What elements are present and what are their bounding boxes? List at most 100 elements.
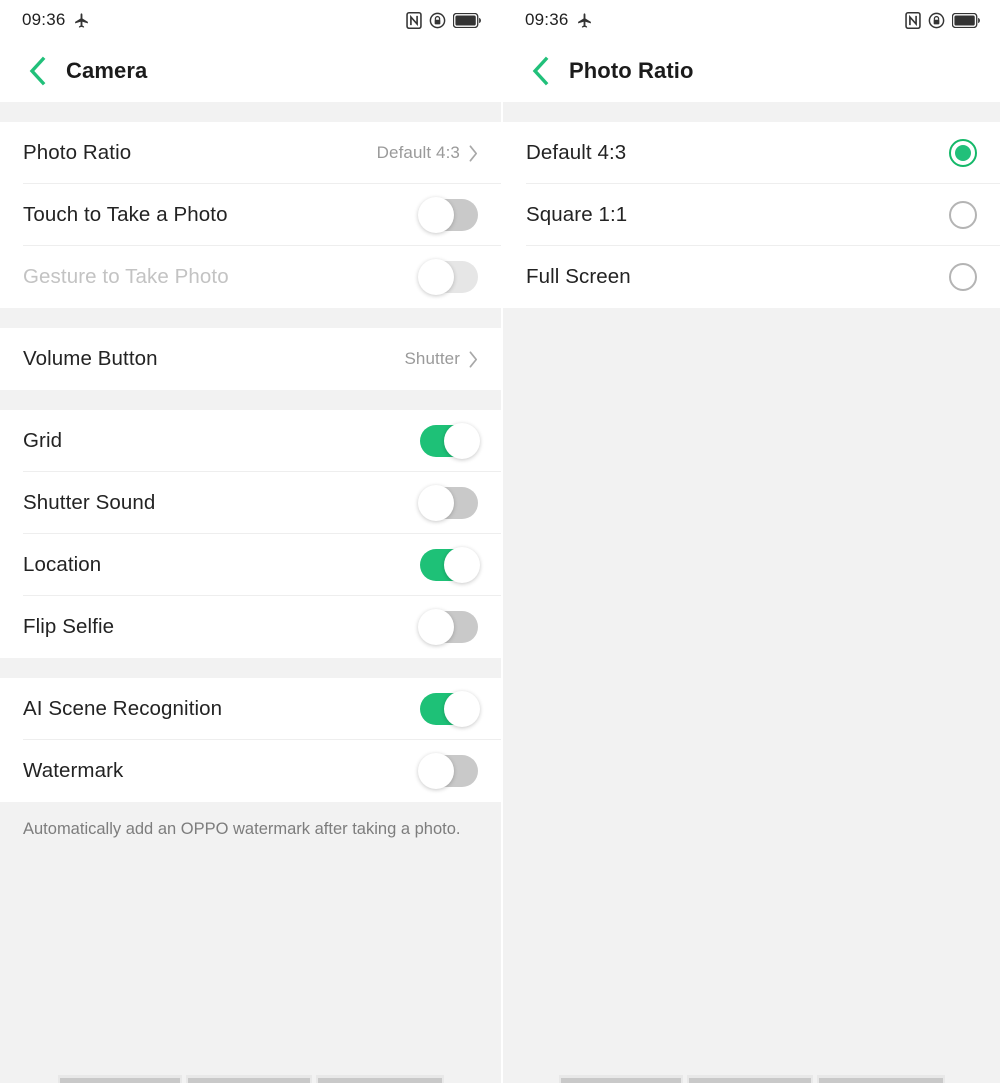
option-full-screen[interactable]: Full Screen — [503, 246, 1000, 308]
row-control-group — [418, 753, 478, 789]
row-label: Flip Selfie — [23, 615, 115, 638]
toggle-knob — [418, 753, 454, 789]
nfc-icon — [905, 11, 921, 29]
row-label: AI Scene Recognition — [23, 697, 223, 720]
option-label: Square 1:1 — [526, 203, 628, 226]
row-control-group — [418, 197, 478, 233]
toggle-knob — [418, 259, 454, 295]
row-control-group — [418, 259, 478, 295]
settings-section-capture: Photo Ratio Default 4:3 Touch to Take a … — [0, 122, 501, 308]
radio-square-1-1[interactable] — [949, 201, 977, 229]
toggle-touch-to-take-a-photo[interactable] — [418, 197, 478, 233]
toggle-location[interactable] — [420, 547, 480, 583]
row-photo-ratio[interactable]: Photo Ratio Default 4:3 — [0, 122, 501, 184]
system-navigation-bar — [503, 1071, 1000, 1083]
row-value: Default 4:3 — [376, 143, 460, 162]
back-button[interactable] — [20, 54, 54, 88]
toggle-flip-selfie[interactable] — [418, 609, 478, 645]
row-flip-selfie[interactable]: Flip Selfie — [0, 596, 501, 658]
screen-lock-rotation-icon — [928, 12, 945, 29]
row-control-group — [418, 609, 478, 645]
toggle-grid[interactable] — [420, 423, 480, 459]
settings-section-shooting: Grid Shutter Sound Location Flip Selfie — [0, 410, 501, 658]
header-right: Photo Ratio — [503, 40, 1000, 102]
row-value-group: Shutter — [404, 349, 478, 369]
row-ai-scene-recognition[interactable]: AI Scene Recognition — [0, 678, 501, 740]
dual-screenshot-container: 09:36 Camera Photo Ratio Default 4:3 Tou… — [0, 0, 1000, 1083]
option-label: Full Screen — [526, 265, 631, 288]
section-gap — [0, 102, 501, 122]
option-default-4-3[interactable]: Default 4:3 — [503, 122, 1000, 184]
settings-section-ai: AI Scene Recognition Watermark — [0, 678, 501, 802]
system-navigation-bar — [0, 1071, 501, 1083]
toggle-knob — [444, 423, 480, 459]
row-volume-button[interactable]: Volume Button Shutter — [0, 328, 501, 390]
nav-home-button[interactable] — [185, 1075, 312, 1083]
airplane-icon — [73, 12, 90, 29]
row-touch-to-take-a-photo[interactable]: Touch to Take a Photo — [0, 184, 501, 246]
row-label: Shutter Sound — [23, 491, 156, 514]
photo-ratio-screen: 09:36 Photo Ratio Default 4:3 Square 1:1… — [501, 0, 1000, 1083]
chevron-left-icon — [530, 56, 550, 86]
battery-icon — [951, 12, 980, 28]
nav-back-button[interactable] — [816, 1075, 945, 1083]
row-watermark[interactable]: Watermark — [0, 740, 501, 802]
row-control-group — [418, 485, 478, 521]
option-control-group — [949, 201, 977, 229]
nav-back-button[interactable] — [315, 1075, 444, 1083]
back-button[interactable] — [523, 54, 557, 88]
toggle-gesture-to-take-photo — [418, 259, 478, 295]
settings-list: Photo Ratio Default 4:3 Touch to Take a … — [0, 102, 501, 841]
battery-icon — [452, 12, 481, 28]
status-bar-left-group: 09:36 — [22, 10, 90, 30]
option-label: Default 4:3 — [526, 141, 627, 164]
section-gap — [0, 308, 501, 328]
row-label: Gesture to Take Photo — [23, 265, 229, 288]
watermark-description: Automatically add an OPPO watermark afte… — [0, 802, 501, 841]
status-bar-left: 09:36 — [0, 0, 501, 40]
toggle-knob — [444, 691, 480, 727]
radio-full-screen[interactable] — [949, 263, 977, 291]
section-gap — [0, 658, 501, 678]
row-control-group — [420, 547, 480, 583]
screen-lock-rotation-icon — [429, 12, 446, 29]
status-bar-right: 09:36 — [503, 0, 1000, 40]
option-square-1-1[interactable]: Square 1:1 — [503, 184, 1000, 246]
row-label: Touch to Take a Photo — [23, 203, 228, 226]
status-time: 09:36 — [22, 10, 66, 29]
photo-ratio-options: Default 4:3 Square 1:1 Full Screen — [503, 122, 1000, 308]
settings-section-volume: Volume Button Shutter — [0, 328, 501, 390]
row-grid[interactable]: Grid — [0, 410, 501, 472]
row-label: Location — [23, 553, 102, 576]
toggle-watermark[interactable] — [418, 753, 478, 789]
photo-ratio-list: Default 4:3 Square 1:1 Full Screen — [503, 102, 1000, 308]
row-label: Photo Ratio — [23, 141, 132, 164]
row-control-group — [420, 691, 480, 727]
nav-home-button[interactable] — [686, 1075, 813, 1083]
camera-settings-screen: 09:36 Camera Photo Ratio Default 4:3 Tou… — [0, 0, 501, 1083]
nav-recents-button[interactable] — [57, 1075, 182, 1083]
radio-default-4-3[interactable] — [949, 139, 977, 167]
row-gesture-to-take-photo: Gesture to Take Photo — [0, 246, 501, 308]
row-label: Watermark — [23, 759, 124, 782]
row-location[interactable]: Location — [0, 534, 501, 596]
toggle-ai-scene-recognition[interactable] — [420, 691, 480, 727]
row-value: Shutter — [404, 349, 460, 368]
row-shutter-sound[interactable]: Shutter Sound — [0, 472, 501, 534]
status-bar-right-group — [406, 11, 481, 29]
chevron-right-icon — [469, 350, 478, 368]
chevron-right-icon — [469, 144, 478, 162]
toggle-knob — [418, 197, 454, 233]
section-gap — [0, 390, 501, 410]
section-gap — [503, 102, 1000, 122]
status-bar-left-group: 09:36 — [525, 10, 593, 30]
row-value-group: Default 4:3 — [377, 143, 478, 163]
toggle-knob — [418, 485, 454, 521]
header-left: Camera — [0, 40, 501, 102]
nfc-icon — [406, 11, 422, 29]
status-bar-right-group — [905, 11, 980, 29]
nav-recents-button[interactable] — [558, 1075, 683, 1083]
airplane-icon — [576, 12, 593, 29]
toggle-shutter-sound[interactable] — [418, 485, 478, 521]
status-time: 09:36 — [525, 10, 569, 29]
